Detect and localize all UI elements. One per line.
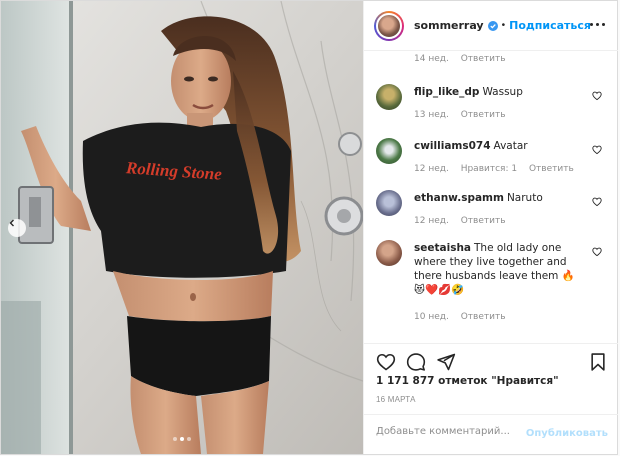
comment-avatar[interactable] — [376, 138, 402, 164]
comment-meta: 10 нед. Ответить — [414, 310, 584, 324]
comment-username[interactable]: seetaisha — [414, 242, 471, 254]
like-comment-icon[interactable] — [592, 247, 602, 257]
verified-badge-icon — [487, 20, 498, 31]
like-comment-icon[interactable] — [592, 91, 602, 101]
like-comment-icon[interactable] — [592, 197, 602, 207]
comment-username[interactable]: flip_like_dp — [414, 86, 479, 98]
post-date[interactable]: 16 МАРТА — [376, 395, 416, 404]
post-modal: Rolling Stone sommerray • Подписаться 14… — [0, 0, 618, 455]
heart-icon[interactable] — [376, 352, 396, 372]
post-actions — [364, 343, 618, 379]
comments-list[interactable]: 14 нед. Ответить flip_like_dp Wassup 13 н… — [364, 52, 618, 342]
comment-time: 14 нед. — [414, 54, 449, 64]
slide-dot — [187, 437, 191, 441]
comment-meta: 13 нед. Ответить — [414, 108, 584, 122]
comment-input[interactable] — [376, 426, 526, 437]
likes-count[interactable]: 1 171 877 отметок "Нравится" — [376, 375, 559, 387]
comment-avatar[interactable] — [376, 240, 402, 266]
comment-avatar[interactable] — [376, 190, 402, 216]
comment-meta: 12 нед. Ответить — [414, 214, 584, 228]
photo-illustration: Rolling Stone — [1, 1, 363, 454]
comment-text: Wassup — [482, 86, 523, 98]
slide-dot-active — [180, 437, 184, 441]
bookmark-icon[interactable] — [588, 352, 608, 372]
comment-icon[interactable] — [406, 352, 426, 372]
comment-time: 13 нед. — [414, 110, 449, 120]
author-username[interactable]: sommerray — [414, 19, 484, 32]
comment-time: 10 нед. — [414, 312, 449, 322]
comment-time: 12 нед. — [414, 164, 449, 174]
add-comment-bar: Опубликовать — [364, 414, 618, 454]
reply-link[interactable]: Ответить — [461, 216, 506, 226]
comment-meta: 12 нед. Нравится: 1 Ответить — [414, 162, 584, 176]
separator-dot: • — [501, 20, 506, 31]
follow-button[interactable]: Подписаться — [509, 19, 591, 32]
comment-text: Avatar — [493, 140, 528, 152]
comment-avatar[interactable] — [376, 84, 402, 110]
publish-button[interactable]: Опубликовать — [526, 428, 608, 439]
share-icon[interactable] — [436, 352, 456, 372]
post-sidebar: sommerray • Подписаться 14 нед. Ответить… — [363, 1, 618, 454]
post-photo[interactable]: Rolling Stone — [1, 1, 363, 454]
reply-link[interactable]: Ответить — [461, 312, 506, 322]
comment-username[interactable]: cwilliams074 — [414, 140, 491, 152]
reply-link[interactable]: Ответить — [529, 164, 574, 174]
reply-link[interactable]: Ответить — [461, 54, 506, 64]
slide-indicator — [173, 437, 191, 441]
previous-comment-meta: 14 нед. Ответить — [414, 54, 515, 64]
post-header: sommerray • Подписаться — [364, 1, 618, 51]
comment-text: Naruto — [506, 192, 543, 204]
comment-time: 12 нед. — [414, 216, 449, 226]
like-comment-icon[interactable] — [592, 145, 602, 155]
slide-dot — [173, 437, 177, 441]
more-options-icon[interactable] — [590, 20, 606, 28]
avatar[interactable] — [374, 10, 404, 41]
comment-username[interactable]: ethanw.spamm — [414, 192, 504, 204]
comment-likes[interactable]: Нравится: 1 — [461, 164, 517, 174]
chevron-left-icon — [9, 219, 14, 227]
reply-link[interactable]: Ответить — [461, 110, 506, 120]
previous-slide-button[interactable] — [8, 219, 26, 237]
